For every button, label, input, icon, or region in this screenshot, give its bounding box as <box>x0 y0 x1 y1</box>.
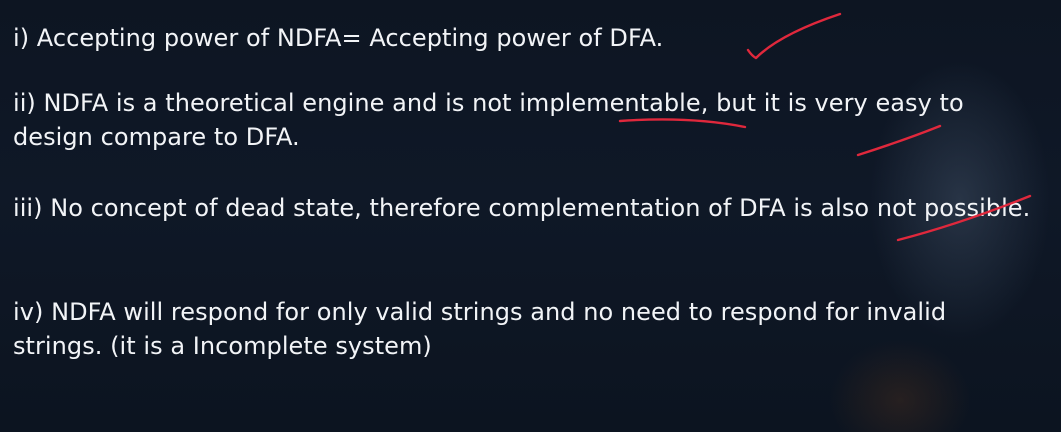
point-4: iv) NDFA will respond for only valid str… <box>13 298 947 360</box>
point-2: ii) NDFA is a theoretical engine and is … <box>13 89 964 151</box>
point-1: i) Accepting power of NDFA= Accepting po… <box>13 24 664 52</box>
point-3: iii) No concept of dead state, therefore… <box>13 194 1031 222</box>
slide: i) Accepting power of NDFA= Accepting po… <box>0 0 1061 432</box>
